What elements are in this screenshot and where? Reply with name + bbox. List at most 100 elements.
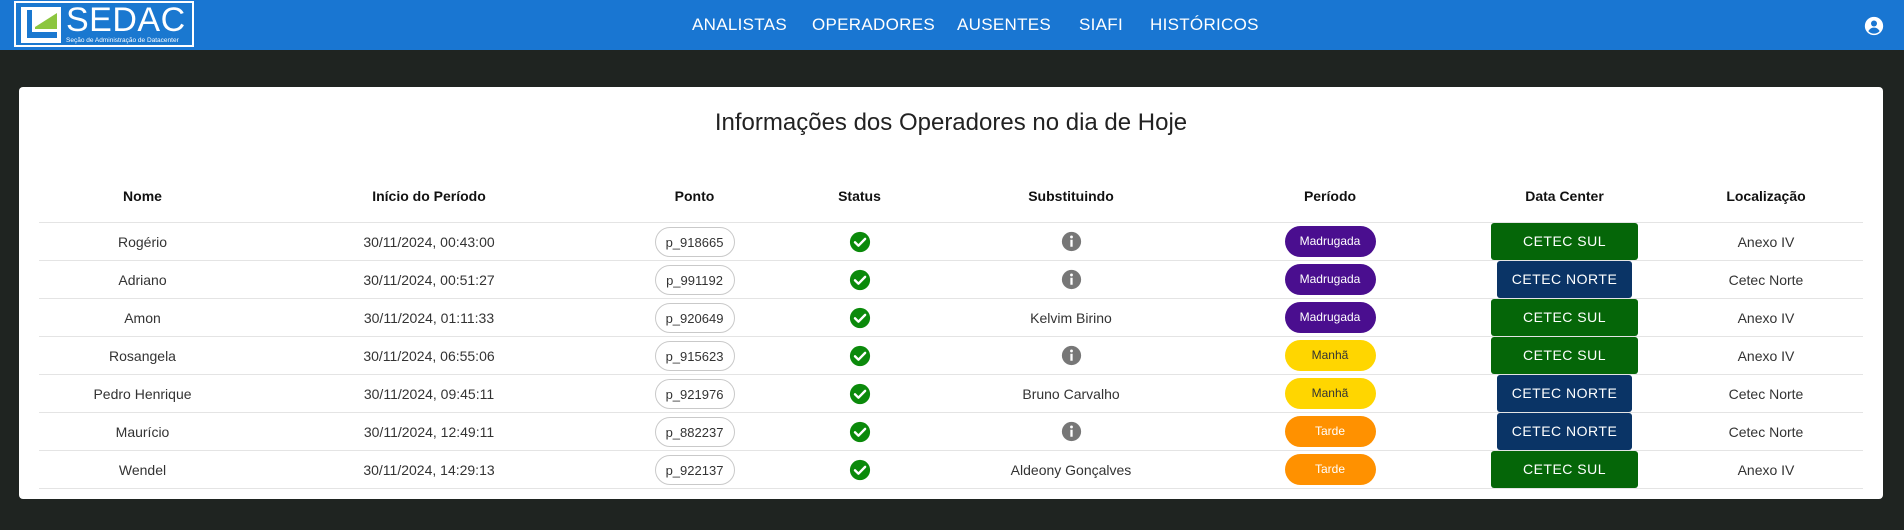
cell-nome: Pedro Henrique: [39, 374, 246, 413]
cell-inicio: 30/11/2024, 14:29:13: [246, 450, 612, 489]
table-row: Wendel 30/11/2024, 14:29:13 p_922137 Aldeon…: [39, 450, 1863, 489]
nav-operadores[interactable]: OPERADORES: [812, 15, 935, 35]
data-center-button[interactable]: CETEC SUL: [1491, 299, 1638, 336]
info-icon[interactable]: [1061, 231, 1082, 252]
info-icon[interactable]: [1061, 269, 1082, 290]
check-circle-icon: [849, 231, 870, 252]
data-center-button[interactable]: CETEC NORTE: [1497, 261, 1632, 298]
nav-historicos[interactable]: HISTÓRICOS: [1150, 15, 1259, 35]
header-data-center[interactable]: Data Center: [1460, 170, 1669, 223]
nav-ausentes[interactable]: AUSENTES: [957, 15, 1051, 35]
check-circle-icon: [849, 269, 870, 290]
page-title: Informações dos Operadores no dia de Hoj…: [714, 109, 1188, 136]
table-row: Pedro Henrique 30/11/2024, 09:45:11 p_9219…: [39, 374, 1863, 413]
cell-substituindo: [942, 412, 1200, 451]
cell-periodo: Manhã: [1200, 336, 1460, 375]
check-circle-icon: [849, 345, 870, 366]
data-center-button[interactable]: CETEC SUL: [1491, 451, 1638, 488]
cell-nome: Rosangela: [39, 336, 246, 375]
nav-analistas[interactable]: ANALISTAS: [692, 15, 787, 35]
periodo-badge: Manhã: [1284, 378, 1376, 409]
ponto-chip[interactable]: p_922137: [654, 454, 735, 485]
check-circle-icon: [849, 421, 870, 442]
periodo-badge: Madrugada: [1284, 226, 1376, 257]
cell-status: [777, 260, 942, 299]
cell-status: [777, 374, 942, 413]
cell-status: [777, 412, 942, 451]
substituindo-name: Bruno Carvalho: [1022, 385, 1120, 402]
periodo-badge: Tarde: [1284, 454, 1376, 485]
cell-status: [777, 450, 942, 489]
check-circle-icon: [849, 383, 870, 404]
top-app-bar: SEDAC Seção de Administração de Datacent…: [0, 0, 1904, 50]
cell-inicio: 30/11/2024, 00:43:00: [246, 222, 612, 261]
table-row: Maurício 30/11/2024, 12:49:11 p_882237 Tard…: [39, 412, 1863, 451]
cell-inicio: 30/11/2024, 01:11:33: [246, 298, 612, 337]
cell-ponto: p_915623: [612, 336, 777, 375]
cell-data-center: CETEC NORTE: [1460, 374, 1669, 413]
data-center-button[interactable]: CETEC SUL: [1491, 337, 1638, 374]
data-center-button[interactable]: CETEC NORTE: [1497, 413, 1632, 450]
header-inicio-periodo[interactable]: Início do Período: [246, 170, 612, 223]
ponto-chip[interactable]: p_921976: [654, 378, 735, 409]
cell-nome: Rogério: [39, 222, 246, 261]
cell-nome: Maurício: [39, 412, 246, 451]
table-row: Rogério 30/11/2024, 00:43:00 p_918665 Madru…: [39, 222, 1863, 261]
cell-data-center: CETEC SUL: [1460, 298, 1669, 337]
cell-periodo: Tarde: [1200, 412, 1460, 451]
cell-data-center: CETEC NORTE: [1460, 412, 1669, 451]
header-substituindo[interactable]: Substituindo: [942, 170, 1200, 223]
substituindo-name: Aldeony Gonçalves: [1010, 461, 1132, 478]
header-ponto[interactable]: Ponto: [612, 170, 777, 223]
cell-substituindo: Aldeony Gonçalves: [942, 450, 1200, 489]
cell-localizacao: Anexo IV: [1669, 222, 1863, 261]
periodo-badge: Madrugada: [1284, 264, 1376, 295]
cell-inicio: 30/11/2024, 00:51:27: [246, 260, 612, 299]
ponto-chip[interactable]: p_920649: [654, 302, 735, 333]
cell-inicio: 30/11/2024, 12:49:11: [246, 412, 612, 451]
info-icon[interactable]: [1061, 345, 1082, 366]
table-row: Amon 30/11/2024, 01:11:33 p_920649 Kelvim B…: [39, 298, 1863, 337]
cell-localizacao: Cetec Norte: [1669, 260, 1863, 299]
main-nav: ANALISTAS OPERADORES AUSENTES SIAFI HIST…: [0, 0, 1904, 50]
nav-siafi[interactable]: SIAFI: [1079, 15, 1123, 35]
ponto-chip[interactable]: p_915623: [654, 340, 735, 371]
cell-periodo: Madrugada: [1200, 222, 1460, 261]
data-center-button[interactable]: CETEC NORTE: [1497, 375, 1632, 412]
cell-nome: Adriano: [39, 260, 246, 299]
cell-localizacao: Anexo IV: [1669, 298, 1863, 337]
cell-ponto: p_882237: [612, 412, 777, 451]
cell-ponto: p_920649: [612, 298, 777, 337]
periodo-badge: Tarde: [1284, 416, 1376, 447]
ponto-chip[interactable]: p_991192: [654, 264, 735, 295]
cell-periodo: Madrugada: [1200, 298, 1460, 337]
periodo-badge: Manhã: [1284, 340, 1376, 371]
cell-data-center: CETEC SUL: [1460, 222, 1669, 261]
ponto-chip[interactable]: p_918665: [654, 226, 735, 257]
cell-nome: Amon: [39, 298, 246, 337]
cell-status: [777, 222, 942, 261]
header-nome[interactable]: Nome: [39, 170, 246, 223]
account-circle-icon[interactable]: [1864, 16, 1884, 36]
cell-nome: Wendel: [39, 450, 246, 489]
cell-data-center: CETEC NORTE: [1460, 260, 1669, 299]
cell-localizacao: Cetec Norte: [1669, 374, 1863, 413]
cell-localizacao: Anexo IV: [1669, 450, 1863, 489]
header-localizacao[interactable]: Localização: [1669, 170, 1863, 223]
cell-data-center: CETEC SUL: [1460, 450, 1669, 489]
cell-ponto: p_991192: [612, 260, 777, 299]
cell-data-center: CETEC SUL: [1460, 336, 1669, 375]
cell-ponto: p_921976: [612, 374, 777, 413]
data-center-button[interactable]: CETEC SUL: [1491, 223, 1638, 260]
info-icon[interactable]: [1061, 421, 1082, 442]
header-periodo[interactable]: Período: [1200, 170, 1460, 223]
table-row: Rosangela 30/11/2024, 06:55:06 p_915623 Man…: [39, 336, 1863, 375]
cell-substituindo: [942, 260, 1200, 299]
cell-periodo: Madrugada: [1200, 260, 1460, 299]
cell-status: [777, 298, 942, 337]
header-status[interactable]: Status: [777, 170, 942, 223]
cell-inicio: 30/11/2024, 06:55:06: [246, 336, 612, 375]
substituindo-name: Kelvim Birino: [1030, 309, 1112, 326]
cell-substituindo: Kelvim Birino: [942, 298, 1200, 337]
ponto-chip[interactable]: p_882237: [654, 416, 735, 447]
